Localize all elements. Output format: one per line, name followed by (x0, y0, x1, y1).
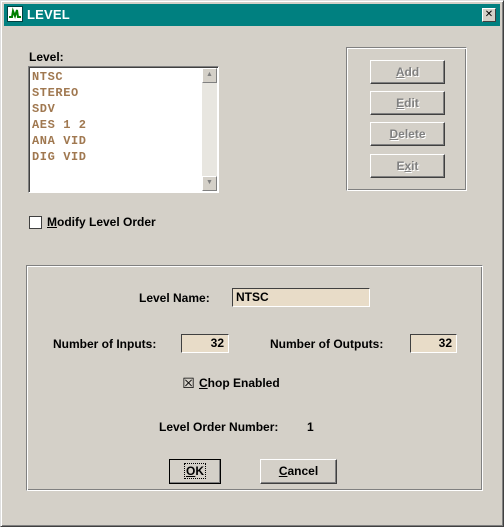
scroll-up-icon[interactable]: ▲ (202, 68, 217, 83)
chop-enabled-label[interactable]: Chop Enabled (199, 376, 280, 390)
list-item[interactable]: NTSC (32, 69, 87, 85)
action-button-group: Add Edit Delete Exit (346, 47, 467, 191)
delete-button[interactable]: Delete (370, 122, 445, 146)
list-item[interactable]: STEREO (32, 85, 87, 101)
add-button[interactable]: Add (370, 60, 445, 84)
modify-level-order-label[interactable]: Modify Level Order (47, 215, 156, 229)
edit-button[interactable]: Edit (370, 91, 445, 115)
level-list-items: NTSC STEREO SDV AES 1 2 ANA VID DIG VID (32, 69, 87, 165)
ok-button[interactable]: OK (169, 459, 221, 484)
level-order-number-value: 1 (307, 420, 314, 434)
window-title: LEVEL (27, 7, 70, 22)
close-icon[interactable]: ✕ (482, 8, 496, 22)
list-item[interactable]: ANA VID (32, 133, 87, 149)
number-of-inputs-field[interactable]: 32 (181, 334, 229, 353)
level-app-icon (7, 6, 23, 22)
exit-button[interactable]: Exit (370, 154, 445, 178)
number-of-outputs-field[interactable]: 32 (410, 334, 457, 353)
title-bar[interactable]: LEVEL ✕ (4, 4, 500, 26)
list-item[interactable]: DIG VID (32, 149, 87, 165)
level-list-label: Level: (29, 50, 64, 64)
level-name-label: Level Name: (139, 291, 210, 305)
chop-enabled-checkbox[interactable]: ☒ (182, 376, 195, 390)
cancel-button[interactable]: Cancel (260, 459, 337, 484)
number-of-outputs-label: Number of Outputs: (270, 337, 384, 351)
level-name-field[interactable]: NTSC (232, 288, 370, 307)
level-dialog: LEVEL ✕ Level: NTSC STEREO SDV AES 1 2 ANA V… (0, 0, 504, 527)
list-item[interactable]: SDV (32, 101, 87, 117)
level-details-panel: Level Name: NTSC Number of Inputs: 32 Nu… (26, 265, 483, 491)
number-of-inputs-label: Number of Inputs: (53, 337, 157, 351)
scroll-down-icon[interactable]: ▼ (202, 176, 217, 191)
level-listbox[interactable]: NTSC STEREO SDV AES 1 2 ANA VID DIG VID ▲ ▼ (28, 66, 219, 193)
level-list-scrollbar[interactable]: ▲ ▼ (202, 68, 217, 191)
modify-level-order-checkbox[interactable] (29, 216, 42, 229)
list-item[interactable]: AES 1 2 (32, 117, 87, 133)
level-order-number-label: Level Order Number: (159, 420, 279, 434)
